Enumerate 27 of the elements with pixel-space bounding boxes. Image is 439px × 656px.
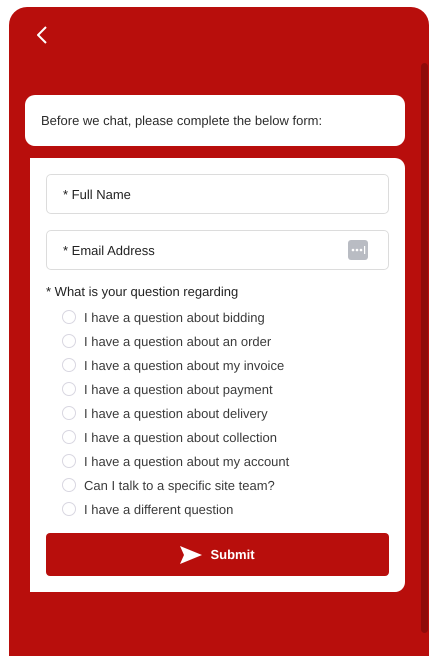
radio-button[interactable] (62, 358, 76, 372)
radio-button[interactable] (62, 430, 76, 444)
name-field[interactable]: * Full Name (46, 174, 389, 214)
option-label[interactable]: I have a different question (84, 502, 234, 516)
option-label[interactable]: I have a question about an order (84, 334, 272, 348)
radio-button[interactable] (62, 382, 76, 396)
radio-button[interactable] (62, 502, 76, 516)
question-label: * What is your question regarding (46, 284, 240, 299)
radio-button[interactable] (62, 310, 76, 324)
option-label[interactable]: Can I talk to a specific site team? (84, 478, 275, 492)
option-label[interactable]: I have a question about delivery (84, 406, 268, 420)
radio-button[interactable] (62, 406, 76, 420)
radio-button[interactable] (62, 334, 76, 348)
scrollbar[interactable] (421, 63, 428, 633)
option-label[interactable]: I have a question about payment (84, 382, 273, 396)
back-icon (37, 26, 47, 44)
autofill-icon[interactable] (348, 240, 368, 260)
radio-button[interactable] (62, 454, 76, 468)
submit-button[interactable]: Submit (46, 533, 389, 576)
email-field[interactable]: * Email Address (46, 230, 389, 270)
radio-button[interactable] (62, 478, 76, 492)
intro-message: Before we chat, please complete the below form: (25, 95, 405, 146)
send-icon (180, 546, 202, 564)
option-label[interactable]: I have a question about collection (84, 430, 277, 444)
option-label[interactable]: I have a question about my invoice (84, 358, 284, 372)
option-label[interactable]: I have a question about bidding (84, 310, 265, 324)
option-label[interactable]: I have a question about my account (84, 454, 290, 468)
